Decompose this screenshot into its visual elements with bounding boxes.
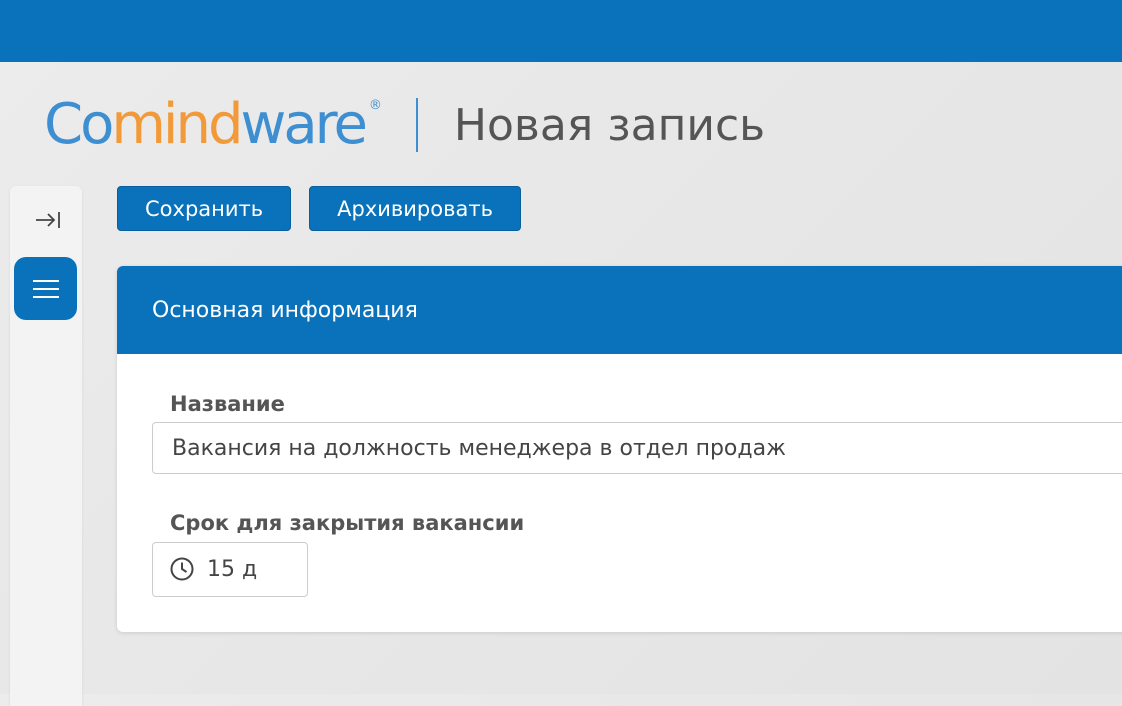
form-card: Основная информация Название Вакансия на… bbox=[117, 266, 1122, 632]
logo-registered-mark: ® bbox=[368, 98, 382, 113]
logo-text-co: Co bbox=[44, 92, 114, 157]
deadline-duration-input[interactable]: 15 д bbox=[152, 542, 308, 597]
header-divider bbox=[415, 98, 418, 152]
name-field-label: Название bbox=[170, 392, 285, 416]
section-title: Основная информация bbox=[152, 297, 418, 323]
app-header: Co mind ware ® Новая запись bbox=[44, 90, 765, 160]
name-input[interactable]: Вакансия на должность менеджера в отдел … bbox=[152, 422, 1122, 474]
toolbar: Сохранить Архивировать bbox=[117, 186, 521, 231]
side-panel bbox=[10, 186, 82, 706]
section-header[interactable]: Основная информация bbox=[117, 266, 1122, 354]
archive-button[interactable]: Архивировать bbox=[309, 186, 521, 231]
deadline-field-label: Срок для закрытия вакансии bbox=[170, 511, 525, 535]
clock-icon bbox=[169, 556, 195, 582]
hamburger-menu-icon bbox=[32, 279, 59, 298]
save-button[interactable]: Сохранить bbox=[117, 186, 292, 231]
collapse-right-icon bbox=[36, 212, 60, 228]
collapse-panel-button[interactable] bbox=[34, 206, 62, 234]
deadline-value: 15 д bbox=[207, 557, 258, 582]
logo-text-mind: mind bbox=[111, 92, 243, 157]
comindware-logo[interactable]: Co mind ware ® bbox=[44, 97, 382, 153]
menu-button[interactable] bbox=[14, 257, 77, 320]
top-bar bbox=[0, 0, 1122, 62]
name-input-value: Вакансия на должность менеджера в отдел … bbox=[172, 435, 786, 461]
page-title: Новая запись bbox=[453, 99, 766, 151]
logo-text-ware: ware bbox=[240, 92, 368, 157]
